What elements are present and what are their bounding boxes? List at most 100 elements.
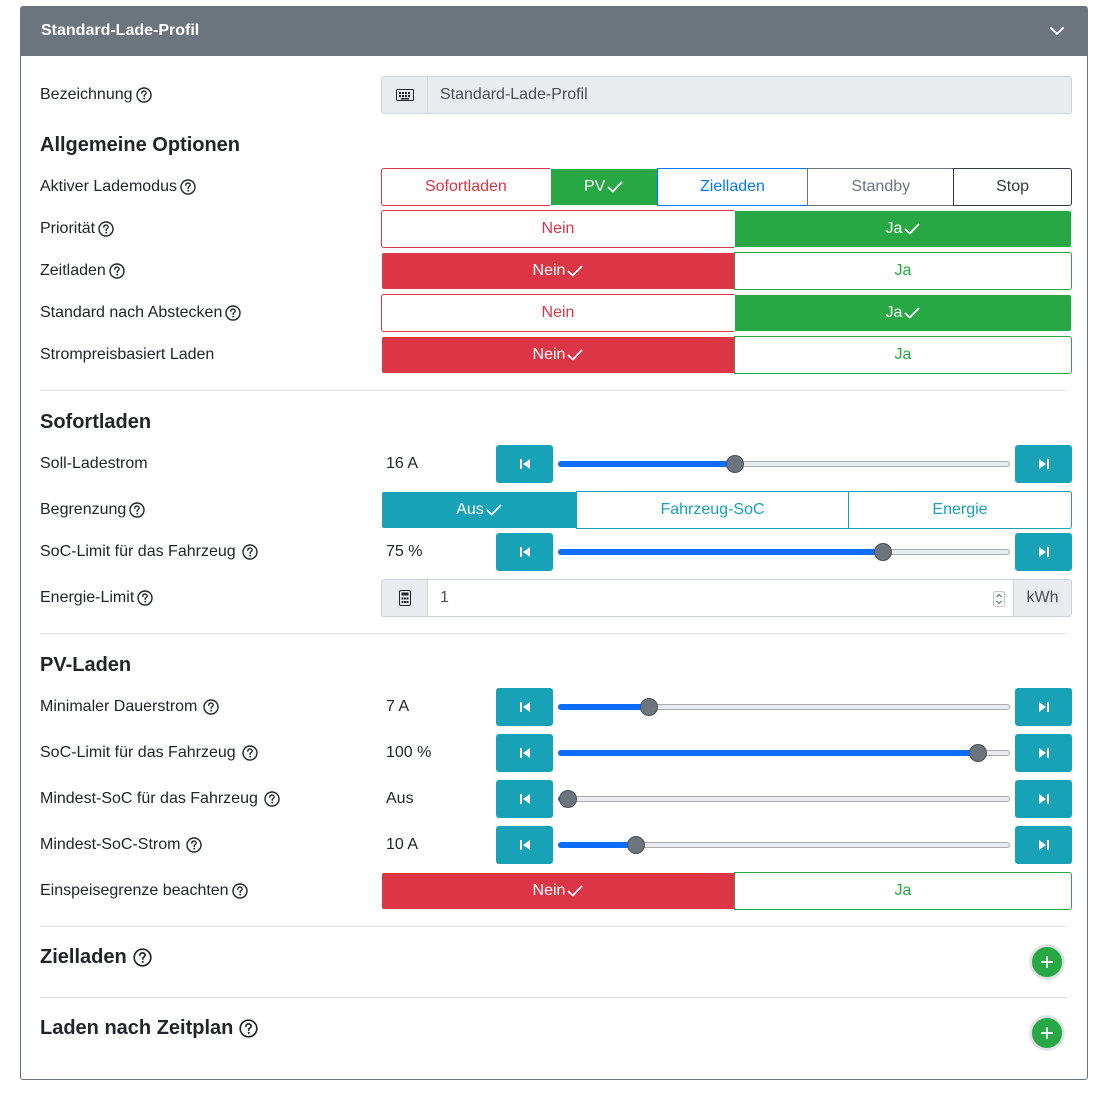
slider-thumb[interactable] (559, 790, 577, 808)
calculator-icon (381, 579, 427, 617)
default-after-unplug-no-button[interactable]: Nein (381, 294, 735, 332)
pv-min-soc-decrease-button[interactable] (496, 780, 553, 818)
help-icon[interactable] (242, 745, 258, 761)
slider-thumb[interactable] (874, 543, 892, 561)
instant-soc-limit-value: 75 % (386, 543, 423, 560)
energy-limit-input-group: 1 kWh (381, 579, 1072, 617)
pv-min-current-value: 7 A (386, 698, 410, 715)
divider (40, 997, 1067, 998)
instant-current-value: 16 A (386, 455, 419, 472)
time-charging-no-button[interactable]: Nein (381, 252, 735, 290)
mode-sofortladen-button[interactable]: Sofortladen (381, 168, 551, 206)
target-section-title: Zielladen (40, 946, 152, 969)
energy-unit-label: kWh (1014, 579, 1072, 617)
pv-min-soc-slider[interactable] (558, 790, 1010, 808)
time-charging-yes-button[interactable]: Ja (734, 252, 1072, 290)
help-icon[interactable] (136, 87, 152, 103)
help-icon[interactable] (242, 544, 258, 560)
limit-off-button[interactable]: Aus (381, 491, 577, 529)
instant-current-slider[interactable] (558, 455, 1010, 473)
instant-soc-decrease-button[interactable] (496, 533, 553, 571)
help-icon[interactable] (232, 883, 248, 899)
pv-soc-increase-button[interactable] (1015, 734, 1072, 772)
schedule-section-title: Laden nach Zeitplan (40, 1017, 258, 1040)
energy-limit-input[interactable]: 1 (427, 579, 1014, 617)
help-icon[interactable] (239, 1019, 258, 1038)
pv-soc-decrease-button[interactable] (496, 734, 553, 772)
help-icon[interactable] (264, 791, 280, 807)
pv-min-soc-current-label: Mindest-SoC-Strom (40, 836, 202, 854)
feed-in-limit-toggle: Nein Ja (381, 872, 1072, 910)
card-header[interactable]: Standard-Lade-Profil (21, 7, 1087, 56)
help-icon[interactable] (186, 837, 202, 853)
limit-button-group: Aus Fahrzeug-SoC Energie (381, 491, 1072, 529)
help-icon[interactable] (225, 305, 241, 321)
spinner-icon[interactable] (993, 591, 1005, 607)
check-icon (607, 181, 623, 193)
instant-soc-slider[interactable] (558, 543, 1010, 561)
priority-label: Priorität (40, 220, 114, 238)
keyboard-icon (381, 76, 427, 114)
mode-pv-button[interactable]: PV (549, 168, 658, 206)
slider-thumb[interactable] (969, 744, 987, 762)
mode-zielladen-button[interactable]: Zielladen (656, 168, 809, 206)
skip-start-icon (519, 546, 531, 558)
check-icon (486, 504, 502, 516)
pv-min-current-increase-button[interactable] (1015, 688, 1072, 726)
help-icon[interactable] (203, 699, 219, 715)
name-input[interactable]: Standard-Lade-Profil (427, 76, 1072, 114)
skip-start-icon (519, 793, 531, 805)
help-icon[interactable] (180, 179, 196, 195)
pv-min-current-slider[interactable] (558, 698, 1010, 716)
skip-end-icon (1038, 546, 1050, 558)
price-based-no-button[interactable]: Nein (381, 336, 735, 374)
plus-icon (1041, 1027, 1053, 1039)
mode-button-group: Sofortladen PV Zielladen Standby Stop (381, 168, 1072, 206)
skip-end-icon (1038, 839, 1050, 851)
feed-in-limit-yes-button[interactable]: Ja (734, 872, 1072, 910)
add-target-plan-button[interactable] (1030, 945, 1064, 979)
help-icon[interactable] (137, 590, 153, 606)
pv-soc-limit-value: 100 % (386, 744, 432, 761)
instant-current-increase-button[interactable] (1015, 445, 1072, 483)
help-icon[interactable] (133, 948, 152, 967)
pv-min-current-label: Minimaler Dauerstrom (40, 698, 219, 716)
skip-start-icon (519, 747, 531, 759)
pv-soc-slider[interactable] (558, 744, 1010, 762)
price-based-yes-button[interactable]: Ja (734, 336, 1072, 374)
slider-thumb[interactable] (627, 836, 645, 854)
name-label: Bezeichnung (40, 86, 152, 104)
pv-min-soc-current-slider[interactable] (558, 836, 1010, 854)
default-after-unplug-toggle: Nein Ja (381, 294, 1072, 332)
card-title: Standard-Lade-Profil (41, 22, 200, 39)
slider-thumb[interactable] (640, 698, 658, 716)
time-charging-toggle: Nein Ja (381, 252, 1072, 290)
general-section-title: Allgemeine Optionen (40, 134, 241, 156)
pv-min-soc-current-decrease-button[interactable] (496, 826, 553, 864)
pv-min-soc-current-increase-button[interactable] (1015, 826, 1072, 864)
instant-soc-increase-button[interactable] (1015, 533, 1072, 571)
pv-min-soc-increase-button[interactable] (1015, 780, 1072, 818)
energy-limit-label: Energie-Limit (40, 589, 153, 607)
pv-section-title: PV-Laden (40, 654, 132, 676)
priority-no-button[interactable]: Nein (381, 210, 735, 248)
limit-energy-button[interactable]: Energie (848, 491, 1072, 529)
help-icon[interactable] (129, 502, 145, 518)
help-icon[interactable] (109, 263, 125, 279)
plus-icon (1041, 956, 1053, 968)
mode-standby-button[interactable]: Standby (807, 168, 955, 206)
priority-yes-button[interactable]: Ja (734, 210, 1072, 248)
add-schedule-plan-button[interactable] (1030, 1016, 1064, 1050)
limit-vehicle-soc-button[interactable]: Fahrzeug-SoC (576, 491, 849, 529)
chevron-down-icon[interactable] (1049, 25, 1065, 37)
pv-min-current-decrease-button[interactable] (496, 688, 553, 726)
divider (40, 633, 1067, 634)
slider-thumb[interactable] (726, 455, 744, 473)
mode-label: Aktiver Lademodus (40, 178, 196, 196)
mode-stop-button[interactable]: Stop (953, 168, 1072, 206)
help-icon[interactable] (98, 221, 114, 237)
feed-in-limit-no-button[interactable]: Nein (381, 872, 735, 910)
default-after-unplug-yes-button[interactable]: Ja (734, 294, 1072, 332)
instant-current-decrease-button[interactable] (496, 445, 553, 483)
skip-start-icon (519, 458, 531, 470)
